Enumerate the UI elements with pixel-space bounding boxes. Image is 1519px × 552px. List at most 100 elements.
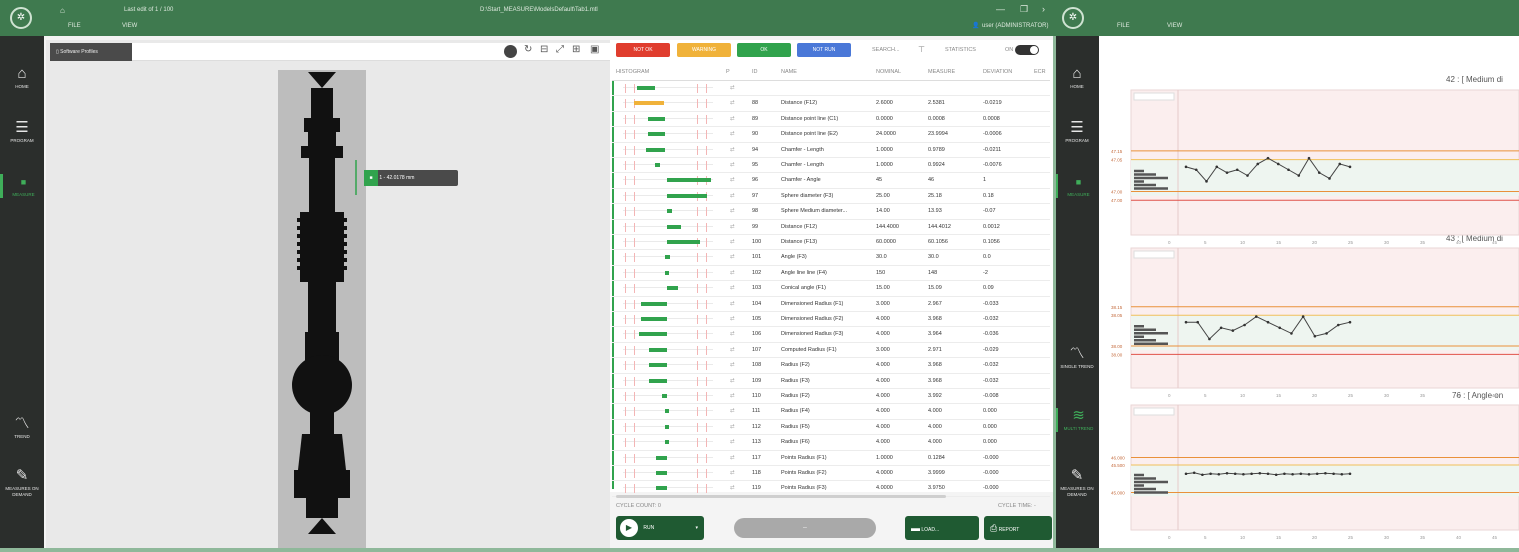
histogram-limit-tick bbox=[624, 284, 626, 294]
histogram-limit-tick bbox=[633, 315, 635, 324]
histogram-limit-tick bbox=[633, 376, 635, 386]
x-tick-label: 45 bbox=[1492, 393, 1498, 398]
trend-point bbox=[1258, 471, 1262, 475]
histogram-limit-tick bbox=[705, 453, 707, 463]
x-tick-label: 15 bbox=[1276, 393, 1282, 398]
dist-bar bbox=[1134, 328, 1156, 331]
row-histogram bbox=[620, 466, 713, 481]
histogram-limit-tick bbox=[624, 345, 626, 355]
x-tick-label: 0 bbox=[1168, 393, 1171, 398]
histogram-limit-tick bbox=[696, 207, 698, 217]
row-histogram bbox=[620, 327, 713, 342]
histogram-bar bbox=[661, 394, 667, 398]
dist-bar bbox=[1134, 473, 1144, 477]
x-tick-label: 20 bbox=[1312, 393, 1318, 398]
histogram-bar bbox=[665, 424, 669, 429]
trend-point bbox=[1278, 326, 1282, 330]
histogram-limit-tick bbox=[696, 84, 698, 93]
histogram-limit-tick bbox=[705, 315, 707, 324]
row-histogram bbox=[620, 343, 713, 358]
row-histogram bbox=[620, 112, 713, 127]
row-histogram bbox=[620, 250, 713, 265]
histogram-limit-tick bbox=[696, 392, 698, 401]
row-histogram bbox=[620, 358, 713, 373]
histogram-limit-tick bbox=[705, 438, 707, 448]
trend-point bbox=[1201, 473, 1204, 477]
trend-point bbox=[1242, 472, 1245, 476]
histogram-bar bbox=[649, 347, 667, 352]
limit-label: 47.05 bbox=[1111, 158, 1123, 163]
histogram-limit-tick bbox=[696, 145, 698, 155]
histogram-limit-tick bbox=[705, 299, 707, 309]
dist-bar bbox=[1134, 484, 1144, 487]
histogram-limit-tick bbox=[705, 161, 707, 170]
histogram-limit-tick bbox=[633, 161, 635, 170]
trend-point bbox=[1325, 332, 1328, 335]
x-tick-label: 10 bbox=[1240, 240, 1246, 245]
histogram-limit-tick bbox=[624, 176, 626, 186]
dist-bar bbox=[1134, 173, 1156, 176]
trend-point bbox=[1283, 472, 1286, 476]
limit-label: 47.00 bbox=[1111, 198, 1123, 203]
row-histogram bbox=[620, 158, 713, 173]
x-tick-label: 25 bbox=[1348, 535, 1354, 540]
trend-point bbox=[1196, 320, 1200, 324]
histogram-limit-tick bbox=[705, 84, 707, 93]
histogram-bar bbox=[667, 193, 707, 198]
trend-point bbox=[1324, 471, 1327, 475]
histogram-limit-tick bbox=[624, 222, 626, 232]
trend-point bbox=[1192, 471, 1196, 475]
trend-point bbox=[1290, 332, 1293, 335]
trend-point bbox=[1225, 471, 1229, 475]
trend-point bbox=[1315, 472, 1319, 476]
tolerance-band bbox=[1131, 315, 1519, 351]
dist-bar bbox=[1134, 477, 1156, 480]
trend-point bbox=[1194, 168, 1198, 172]
histogram-bar bbox=[665, 440, 669, 445]
x-tick-label: 5 bbox=[1204, 240, 1207, 245]
histogram-limit-tick bbox=[633, 114, 635, 124]
tolerance-band bbox=[1131, 465, 1519, 497]
histogram-limit-tick bbox=[624, 392, 626, 401]
tolerance-band bbox=[1131, 159, 1519, 196]
histogram-limit-tick bbox=[705, 284, 707, 294]
row-histogram bbox=[620, 297, 713, 312]
x-tick-label: 45 bbox=[1492, 535, 1498, 540]
histogram-limit-tick bbox=[633, 392, 635, 401]
histogram-bar bbox=[638, 332, 667, 337]
histogram-limit-tick bbox=[705, 376, 707, 386]
histogram-limit-tick bbox=[633, 361, 635, 371]
trend-point bbox=[1276, 162, 1280, 166]
histogram-bar bbox=[640, 317, 667, 321]
histogram-bar bbox=[647, 132, 666, 137]
histogram-baseline bbox=[623, 379, 713, 381]
histogram-limit-tick bbox=[633, 299, 635, 309]
histogram-baseline bbox=[623, 364, 713, 366]
histogram-limit-tick bbox=[705, 114, 707, 124]
histogram-limit-tick bbox=[624, 407, 626, 417]
histogram-limit-tick bbox=[705, 407, 707, 417]
trend-point bbox=[1307, 156, 1311, 160]
histogram-limit-tick bbox=[624, 469, 626, 478]
row-histogram bbox=[620, 189, 713, 204]
histogram-limit-tick bbox=[705, 268, 707, 278]
dist-bar bbox=[1134, 176, 1168, 180]
histogram-baseline bbox=[623, 395, 713, 396]
x-tick-label: 35 bbox=[1420, 393, 1426, 398]
trend-point bbox=[1348, 320, 1352, 324]
trend-point bbox=[1250, 472, 1253, 476]
dist-bar bbox=[1134, 339, 1156, 342]
x-tick-label: 20 bbox=[1312, 535, 1318, 540]
histogram-limit-tick bbox=[633, 469, 635, 478]
row-histogram bbox=[620, 312, 713, 327]
histogram-limit-tick bbox=[624, 438, 626, 448]
dist-bar bbox=[1134, 332, 1168, 335]
dist-bar bbox=[1134, 342, 1168, 345]
histogram-limit-tick bbox=[696, 161, 698, 170]
histogram-limit-tick bbox=[624, 253, 626, 263]
histogram-limit-tick bbox=[624, 453, 626, 463]
histogram-bar bbox=[667, 209, 673, 214]
trend-point bbox=[1243, 323, 1246, 327]
histogram-bar bbox=[649, 378, 667, 383]
dist-bar bbox=[1134, 183, 1156, 187]
